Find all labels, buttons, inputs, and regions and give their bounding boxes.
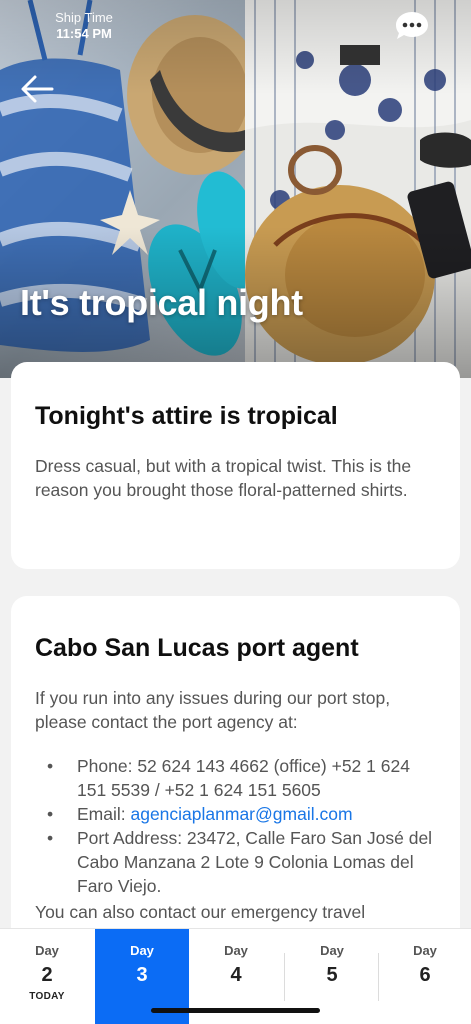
attire-description: Dress casual, but with a tropical twist.… bbox=[35, 456, 412, 500]
ship-time-value: 11:54 PM bbox=[56, 26, 112, 41]
phone-item: Phone: 52 624 143 4662 (office) +52 1 62… bbox=[35, 754, 440, 802]
address-text: Port Address: 23472, Calle Faro San José… bbox=[77, 828, 433, 896]
address-item: Port Address: 23472, Calle Faro San José… bbox=[35, 826, 440, 898]
port-agent-outro: You can also contact our emergency trave… bbox=[35, 902, 366, 922]
chat-button[interactable] bbox=[394, 10, 430, 42]
port-agent-heading: Cabo San Lucas port agent bbox=[35, 634, 359, 662]
hero-banner: Ship Time 11:54 PM It's tropical night bbox=[0, 0, 471, 378]
attire-heading: Tonight's attire is tropical bbox=[35, 402, 338, 430]
ship-time-label: Ship Time bbox=[55, 10, 113, 25]
day-tab-label: Day bbox=[130, 943, 154, 958]
day-tab-label: Day bbox=[320, 943, 344, 958]
today-badge: TODAY bbox=[29, 991, 65, 1002]
back-button[interactable] bbox=[18, 72, 58, 106]
port-agent-intro: If you run into any issues during our po… bbox=[35, 688, 391, 732]
status-bar: Ship Time 11:54 PM bbox=[34, 10, 134, 42]
hero-title: It's tropical night bbox=[20, 282, 303, 323]
port-agent-card: Cabo San Lucas port agent If you run int… bbox=[11, 596, 460, 956]
chat-bubble-icon bbox=[396, 12, 428, 39]
day-tab-number: 2 bbox=[41, 964, 53, 986]
attire-card: Tonight's attire is tropical Dress casua… bbox=[11, 362, 460, 569]
day-tab-number: 3 bbox=[136, 964, 148, 986]
email-label: Email: bbox=[77, 804, 131, 824]
home-indicator bbox=[151, 1008, 320, 1013]
arrow-left-icon bbox=[21, 75, 54, 103]
day-tab-number: 4 bbox=[230, 964, 242, 986]
day-tab-number: 5 bbox=[326, 964, 338, 986]
day-tab-2[interactable]: Day 2 TODAY bbox=[0, 929, 94, 1024]
phone-text: Phone: 52 624 143 4662 (office) +52 1 62… bbox=[77, 756, 410, 800]
day-tab-number: 6 bbox=[419, 964, 431, 986]
day-tab-label: Day bbox=[413, 943, 437, 958]
email-item: Email: agenciaplanmar@gmail.com bbox=[35, 802, 440, 826]
contact-list: Phone: 52 624 143 4662 (office) +52 1 62… bbox=[35, 754, 440, 898]
email-link[interactable]: agenciaplanmar@gmail.com bbox=[130, 804, 352, 824]
day-tab-label: Day bbox=[224, 943, 248, 958]
day-tab-6[interactable]: Day 6 bbox=[379, 929, 471, 1024]
day-tab-label: Day bbox=[35, 943, 59, 958]
